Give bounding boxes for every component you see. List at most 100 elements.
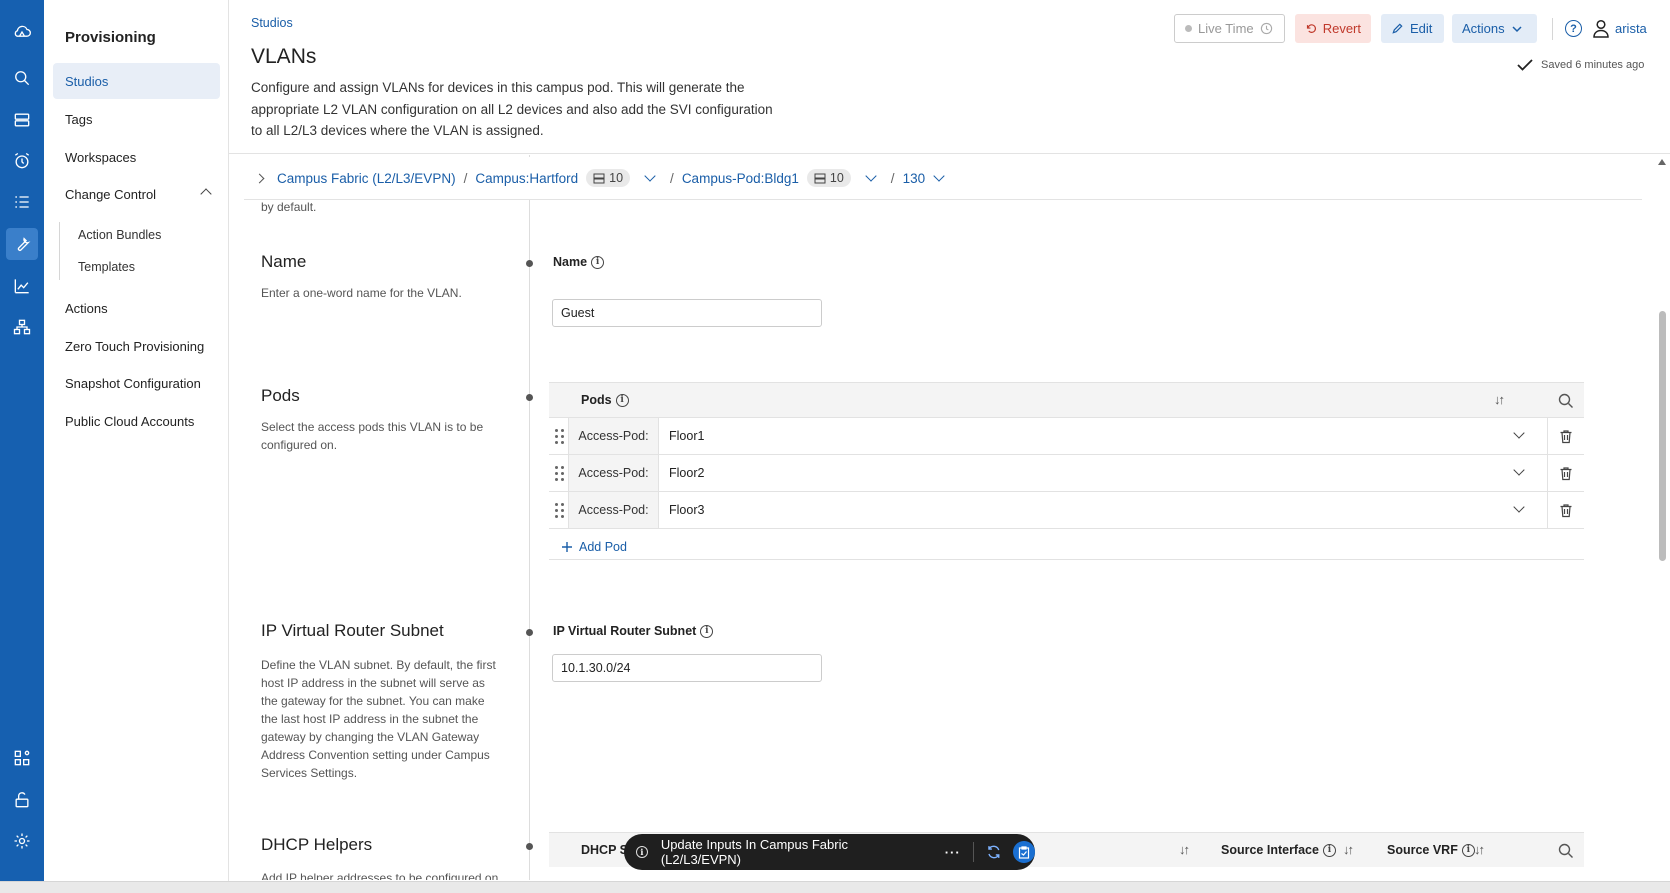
trash-icon [1560, 429, 1572, 443]
user-icon[interactable] [1592, 19, 1610, 38]
delete-row-button[interactable] [1547, 455, 1584, 491]
chevron-down-icon[interactable] [1513, 501, 1525, 513]
drag-handle-icon[interactable] [555, 466, 565, 482]
previous-section-desc-fragment: by default. [261, 200, 317, 214]
help-icon[interactable]: ? [1565, 20, 1582, 37]
nav-item-templates[interactable]: Templates [78, 260, 135, 274]
name-input[interactable] [552, 299, 822, 327]
search-icon[interactable] [1558, 843, 1574, 859]
nav-item-studios[interactable]: Studios [53, 63, 220, 99]
scrollbar-thumb[interactable] [1659, 311, 1666, 561]
pod-value[interactable]: Floor1 [669, 429, 704, 443]
nav-title: Provisioning [65, 29, 156, 46]
trash-icon [1560, 503, 1572, 517]
user-name[interactable]: arista [1615, 21, 1647, 36]
subnav-divider [59, 222, 60, 280]
events-alarm-icon[interactable] [6, 145, 38, 177]
provisioning-wrench-icon[interactable] [6, 228, 38, 260]
info-icon[interactable]: i [615, 393, 629, 407]
section-title-dhcp: DHCP Helpers [261, 835, 373, 854]
breadcrumb-campus[interactable]: Campus:Hartford [475, 171, 578, 186]
drag-handle-icon[interactable] [555, 429, 565, 445]
nav-item-zero-touch-provisioning[interactable]: Zero Touch Provisioning [53, 328, 220, 364]
source-interface-label: Source Interface [1221, 843, 1319, 857]
add-pod-button[interactable]: Add Pod [561, 540, 627, 554]
nav-item-workspaces[interactable]: Workspaces [53, 139, 220, 175]
dhcp-server-column: DHCP S [581, 843, 629, 857]
revert-label: Revert [1322, 21, 1361, 36]
saved-status-text: Saved 6 minutes ago [1541, 59, 1645, 71]
pods-column-header: Pods i [581, 393, 629, 407]
live-status-dot-icon [1185, 25, 1192, 32]
nav-item-actions[interactable]: Actions [53, 290, 220, 326]
nav-item-snapshot-configuration[interactable]: Snapshot Configuration [53, 365, 220, 401]
dashboards-chart-icon[interactable] [6, 270, 38, 302]
pod-value[interactable]: Floor3 [669, 503, 704, 517]
sort-icon[interactable]: ↓↑ [1343, 842, 1361, 858]
topology-icon[interactable] [6, 311, 38, 343]
nav-item-change-control[interactable]: Change Control [53, 176, 220, 212]
chevron-up-icon [200, 188, 212, 200]
chevron-down-icon[interactable] [1513, 464, 1525, 476]
sort-icon[interactable]: ↓↑ [1474, 842, 1492, 858]
nav-item-tags[interactable]: Tags [53, 101, 220, 137]
apps-grid-icon[interactable] [6, 742, 38, 774]
checkmark-icon [1517, 59, 1533, 71]
clipboard-check-button[interactable] [1013, 841, 1035, 863]
revert-button[interactable]: Revert [1295, 14, 1371, 43]
breadcrumb-vlan[interactable]: 130 [903, 171, 926, 186]
delete-row-button[interactable] [1547, 492, 1584, 528]
drag-handle-icon[interactable] [555, 503, 565, 519]
vertical-scrollbar[interactable] [1655, 156, 1670, 881]
section-title-subnet: IP Virtual Router Subnet [261, 621, 444, 640]
name-field-label: Name i [553, 255, 605, 269]
chevron-down-icon[interactable] [1513, 427, 1525, 439]
toast-message[interactable]: Update Inputs In Campus Fabric (L2/L3/EV… [661, 837, 927, 867]
info-icon[interactable]: i [700, 624, 714, 638]
cloud-logo-icon[interactable] [6, 16, 38, 48]
info-icon[interactable]: i [1461, 843, 1475, 857]
info-icon[interactable]: i [1322, 843, 1336, 857]
sort-icon[interactable]: ↓↑ [1179, 842, 1197, 858]
subnet-field-label: IP Virtual Router Subnet i [553, 624, 714, 638]
source-vrf-label: Source VRF [1387, 843, 1458, 857]
nav-item-action-bundles[interactable]: Action Bundles [78, 228, 161, 242]
actions-dropdown-button[interactable]: Actions [1452, 14, 1537, 43]
chevron-right-icon[interactable] [254, 173, 265, 183]
subnet-input[interactable] [552, 654, 822, 682]
unlock-icon[interactable] [6, 784, 38, 816]
clock-icon [1260, 22, 1272, 35]
pod-key: Access-Pod: [568, 492, 659, 528]
breadcrumb-studios[interactable]: Studios [251, 16, 293, 30]
sort-icon[interactable]: ↓↑ [1494, 392, 1512, 408]
search-icon[interactable] [1558, 393, 1574, 409]
breadcrumb-fabric[interactable]: Campus Fabric (L2/L3/EVPN) [277, 171, 456, 186]
inventory-list-icon[interactable] [6, 186, 38, 218]
delete-row-button[interactable] [1547, 418, 1584, 454]
edit-button[interactable]: Edit [1381, 14, 1444, 43]
info-icon[interactable]: i [591, 255, 605, 269]
refresh-icon[interactable] [986, 844, 1002, 860]
nav-item-public-cloud-accounts[interactable]: Public Cloud Accounts [53, 403, 220, 439]
scroll-up-arrow-icon[interactable] [1658, 159, 1666, 165]
window-bottom-bar [0, 881, 1670, 893]
trash-icon [1560, 466, 1572, 480]
search-icon[interactable] [6, 62, 38, 94]
chevron-down-icon[interactable] [644, 170, 656, 182]
devices-icon[interactable] [6, 104, 38, 136]
section-marker-pods [526, 394, 533, 401]
breadcrumb-separator: / [670, 170, 674, 186]
breadcrumb-separator: / [890, 170, 895, 186]
device-stack-icon [814, 173, 826, 183]
chevron-down-icon[interactable] [933, 170, 945, 182]
more-options-icon[interactable]: ··· [945, 845, 961, 860]
pod-value[interactable]: Floor2 [669, 466, 704, 480]
breadcrumb-separator: / [463, 170, 468, 186]
breadcrumb-pod[interactable]: Campus-Pod:Bldg1 [682, 171, 799, 186]
page-header: Studios VLANs Configure and assign VLANs… [229, 0, 1670, 154]
settings-gear-icon[interactable] [6, 825, 38, 857]
chevron-down-icon[interactable] [865, 170, 877, 182]
nav-item-change-control-label: Change Control [65, 186, 157, 202]
live-time-button[interactable]: Live Time [1174, 14, 1285, 43]
section-desc-pods: Select the access pods this VLAN is to b… [261, 420, 484, 452]
